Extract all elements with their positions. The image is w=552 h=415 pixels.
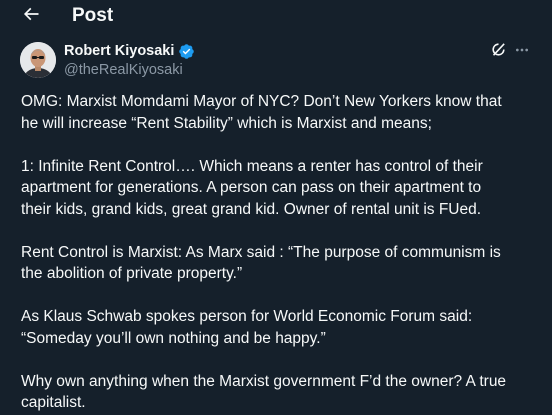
tweet-paragraph: 1: Infinite Rent Control…. Which means a…	[21, 157, 483, 218]
page-title: Post	[72, 5, 114, 26]
post-page: Post Robert Kiyosaki @theRealKiyosaki OM…	[0, 0, 552, 415]
more-button[interactable]	[512, 42, 532, 62]
author-name-text: Robert Kiyosaki	[64, 43, 175, 59]
verified-badge-icon	[178, 43, 195, 60]
tweet-paragraph: Rent Control is Marxist: As Marx said : …	[21, 243, 501, 283]
grok-icon	[490, 41, 507, 63]
author-handle[interactable]: @theRealKiyosaki	[64, 61, 183, 79]
tweet-paragraph: Why own anything when the Marxist govern…	[21, 372, 507, 412]
author-name[interactable]: Robert Kiyosaki	[64, 42, 195, 60]
tweet-paragraph: OMG: Marxist Momdami Mayor of NYC? Don’t…	[21, 93, 502, 132]
more-horizontal-icon	[514, 42, 530, 63]
avatar[interactable]	[20, 42, 56, 78]
grok-button[interactable]	[488, 42, 508, 62]
arrow-left-icon	[21, 4, 41, 29]
post-header: Post	[0, 0, 552, 32]
tweet-text: OMG: Marxist Momdami Mayor of NYC? Don’t…	[21, 91, 531, 414]
back-button[interactable]	[18, 4, 44, 28]
tweet-paragraph: As Klaus Schwab spokes person for World …	[21, 308, 473, 347]
